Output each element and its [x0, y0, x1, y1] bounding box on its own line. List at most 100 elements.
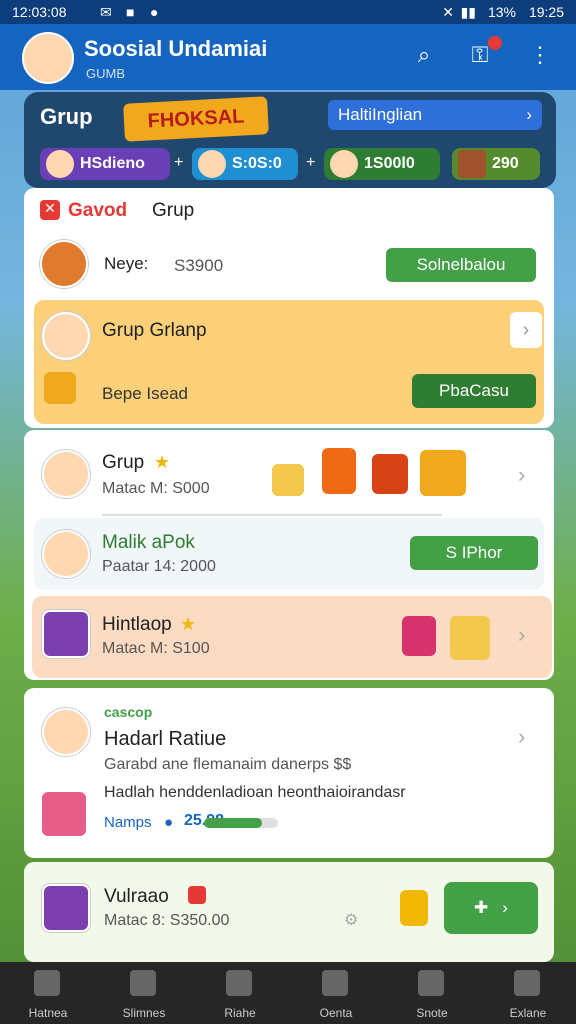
row-title: Grup Grlanp [102, 320, 207, 341]
chevron-right-icon[interactable]: › [518, 462, 525, 488]
drumstick-icon [458, 150, 486, 178]
row-subtitle: Matac 8: S350.00 [104, 912, 230, 929]
divider [102, 514, 442, 516]
app-icon: ■ [126, 4, 135, 20]
hero-label: Grup [40, 104, 93, 129]
nav-item-profile[interactable]: Exlane [480, 962, 576, 1024]
nav-item-house[interactable]: Oenta [288, 962, 384, 1024]
gift-icon [322, 448, 356, 494]
pin-icon: ✚ [474, 898, 489, 917]
notification-badge [488, 36, 502, 50]
home-icon [34, 970, 60, 996]
nav-label: Exlane [509, 1006, 547, 1020]
row-title: Malik aPok [102, 532, 195, 553]
row-title: Grup [102, 452, 145, 473]
app-subtitle: GUMB [86, 66, 125, 81]
cube-icon [450, 616, 490, 660]
badge-icon [40, 240, 88, 288]
action-button[interactable]: Solnelbalou [386, 248, 536, 282]
progress-label: Namps [104, 814, 152, 831]
avatar [198, 150, 226, 178]
nav-label: Hatnea [28, 1006, 68, 1020]
pick-button-label: PbaCasu [439, 381, 509, 400]
avatar [42, 530, 90, 578]
hero-chip-2[interactable]: S:0S:0 [192, 148, 298, 180]
nav-label: Snote [416, 1006, 448, 1020]
chevron-right-icon[interactable]: › [510, 312, 542, 348]
pick-button[interactable]: PbaCasu [412, 374, 536, 408]
hero-chip-label-3: 1S00l0 [364, 155, 415, 172]
hero-chip-label-1: HSdieno [80, 155, 145, 172]
avatar [42, 708, 90, 756]
hero-chip-3[interactable]: 1S00l0 [324, 148, 440, 180]
row-subtitle: Matac M: S100 [102, 640, 210, 657]
signal-icon: ▮▮ [460, 4, 476, 20]
hero-pill-button[interactable]: HaltiInglian › [328, 100, 542, 130]
card-line-2: Hadlah henddenladioan heonthaioirandasr [104, 784, 406, 801]
more-vertical-icon[interactable]: ⋮ [526, 42, 554, 70]
lock-icon [400, 890, 428, 926]
house-icon [322, 970, 348, 996]
badge-icon [188, 886, 206, 904]
phone-button[interactable]: S IPhor [410, 536, 538, 570]
signal-off-icon: ✕ [442, 4, 454, 20]
avatar [42, 884, 90, 932]
search-icon[interactable]: ⌕ [410, 42, 438, 70]
user-icon [514, 970, 540, 996]
chevron-right-icon: › [502, 898, 508, 917]
search-icon [418, 970, 444, 996]
chevron-right-icon[interactable]: › [518, 622, 525, 648]
card-header: Gavod [68, 200, 128, 221]
candy-icon [42, 792, 86, 836]
nav-label: Slimnes [122, 1006, 166, 1020]
nav-item-home[interactable]: Hatnea [0, 962, 96, 1024]
row-subtitle: Paatar 14: 2000 [102, 558, 216, 575]
location-icon: ● [150, 4, 159, 20]
app-title: Soosial Undamiai [84, 36, 268, 61]
star-icon: ★ [180, 614, 197, 634]
potion-icon [402, 616, 436, 656]
bottom-nav: Hatnea Slimnes Riahe Oenta Snote Exlane [0, 962, 576, 1024]
star-icon: ★ [154, 452, 171, 472]
tag-label: cascop [104, 704, 153, 720]
progress-fill [204, 818, 262, 828]
action-button-label: Solnelbalou [416, 255, 506, 274]
gold-bar-icon [272, 464, 304, 496]
bird-icon [226, 970, 252, 996]
avatar [330, 150, 358, 178]
row-label: Neye: [104, 254, 149, 273]
mail-icon: ✉ [100, 4, 112, 20]
nav-item-search[interactable]: Snote [384, 962, 480, 1024]
hero-chip-label-4: 290 [492, 155, 519, 172]
hero-pill-label: HaltiInglian [338, 105, 423, 124]
hero-chip-1[interactable]: HSdieno [40, 148, 170, 180]
status-time-right: 19:25 [528, 4, 564, 20]
avatar [42, 450, 90, 498]
app-bar: Soosial Undamiai GUMB ⌕ ⚿ ⋮ [0, 24, 576, 90]
avatar[interactable] [22, 32, 74, 84]
clock: 12:03:08 [12, 4, 67, 20]
nav-item-messages[interactable]: Slimnes [96, 962, 192, 1024]
avatar [46, 150, 74, 178]
lantern-icon [372, 454, 408, 494]
coin-icon: ● [164, 814, 174, 831]
row-value: S3900 [174, 256, 224, 275]
chat-icon [130, 970, 156, 996]
nav-label: Riahe [224, 1006, 256, 1020]
nav-item-feed[interactable]: Riahe [192, 962, 288, 1024]
group-card-3: cascop Hadarl Ratiue › Garabd ane fleman… [24, 688, 554, 858]
group-card-2: Grup ★ Matac M: S000 › Malik aPok Paatar… [24, 430, 554, 680]
progress-track [204, 818, 278, 828]
hero-chip-4[interactable]: 290 [452, 148, 540, 180]
status-bar: 12:03:08 ✉ ■ ● ✕ ▮▮ 13% 19:25 [0, 0, 576, 24]
pin-button[interactable]: ✚ › [444, 882, 538, 934]
avatar [42, 312, 90, 360]
chevron-right-icon: › [526, 105, 532, 124]
group-card-1: ✕ Gavod Grup Neye: S3900 Solnelbalou Gru… [24, 188, 554, 428]
plus-icon: + [174, 154, 184, 171]
treasure-icon [44, 372, 76, 404]
row-title: Hintlaop [102, 614, 172, 635]
chevron-right-icon[interactable]: › [518, 724, 525, 750]
group-hero: Grup FHOKSAL HaltiInglian › HSdieno + S:… [24, 92, 556, 188]
gear-icon: ⚙ [344, 912, 359, 929]
